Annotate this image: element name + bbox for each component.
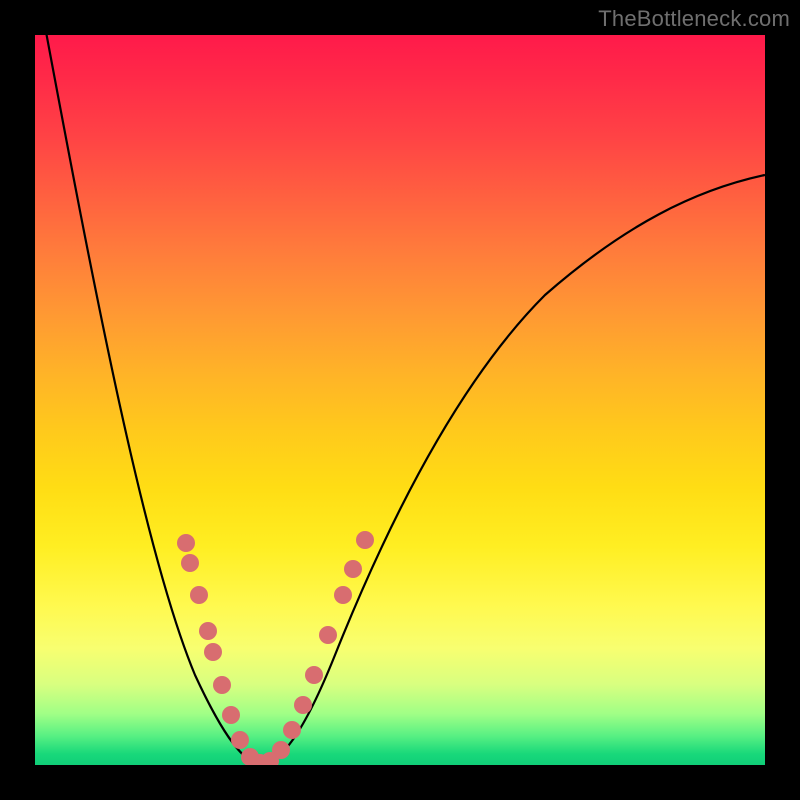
chart-frame: TheBottleneck.com: [0, 0, 800, 800]
data-marker: [356, 531, 374, 549]
data-marker: [213, 676, 231, 694]
data-marker: [177, 534, 195, 552]
data-marker: [231, 731, 249, 749]
data-marker: [190, 586, 208, 604]
data-marker: [344, 560, 362, 578]
data-marker: [319, 626, 337, 644]
plot-area: [35, 35, 765, 765]
data-marker: [283, 721, 301, 739]
data-marker: [222, 706, 240, 724]
data-marker: [199, 622, 217, 640]
data-marker: [272, 741, 290, 759]
data-marker: [334, 586, 352, 604]
watermark-label: TheBottleneck.com: [598, 6, 790, 32]
data-marker: [294, 696, 312, 714]
marker-group: [177, 531, 374, 765]
data-marker: [204, 643, 222, 661]
bottleneck-curve: [41, 35, 765, 764]
data-marker: [181, 554, 199, 572]
chart-svg: [35, 35, 765, 765]
data-marker: [305, 666, 323, 684]
